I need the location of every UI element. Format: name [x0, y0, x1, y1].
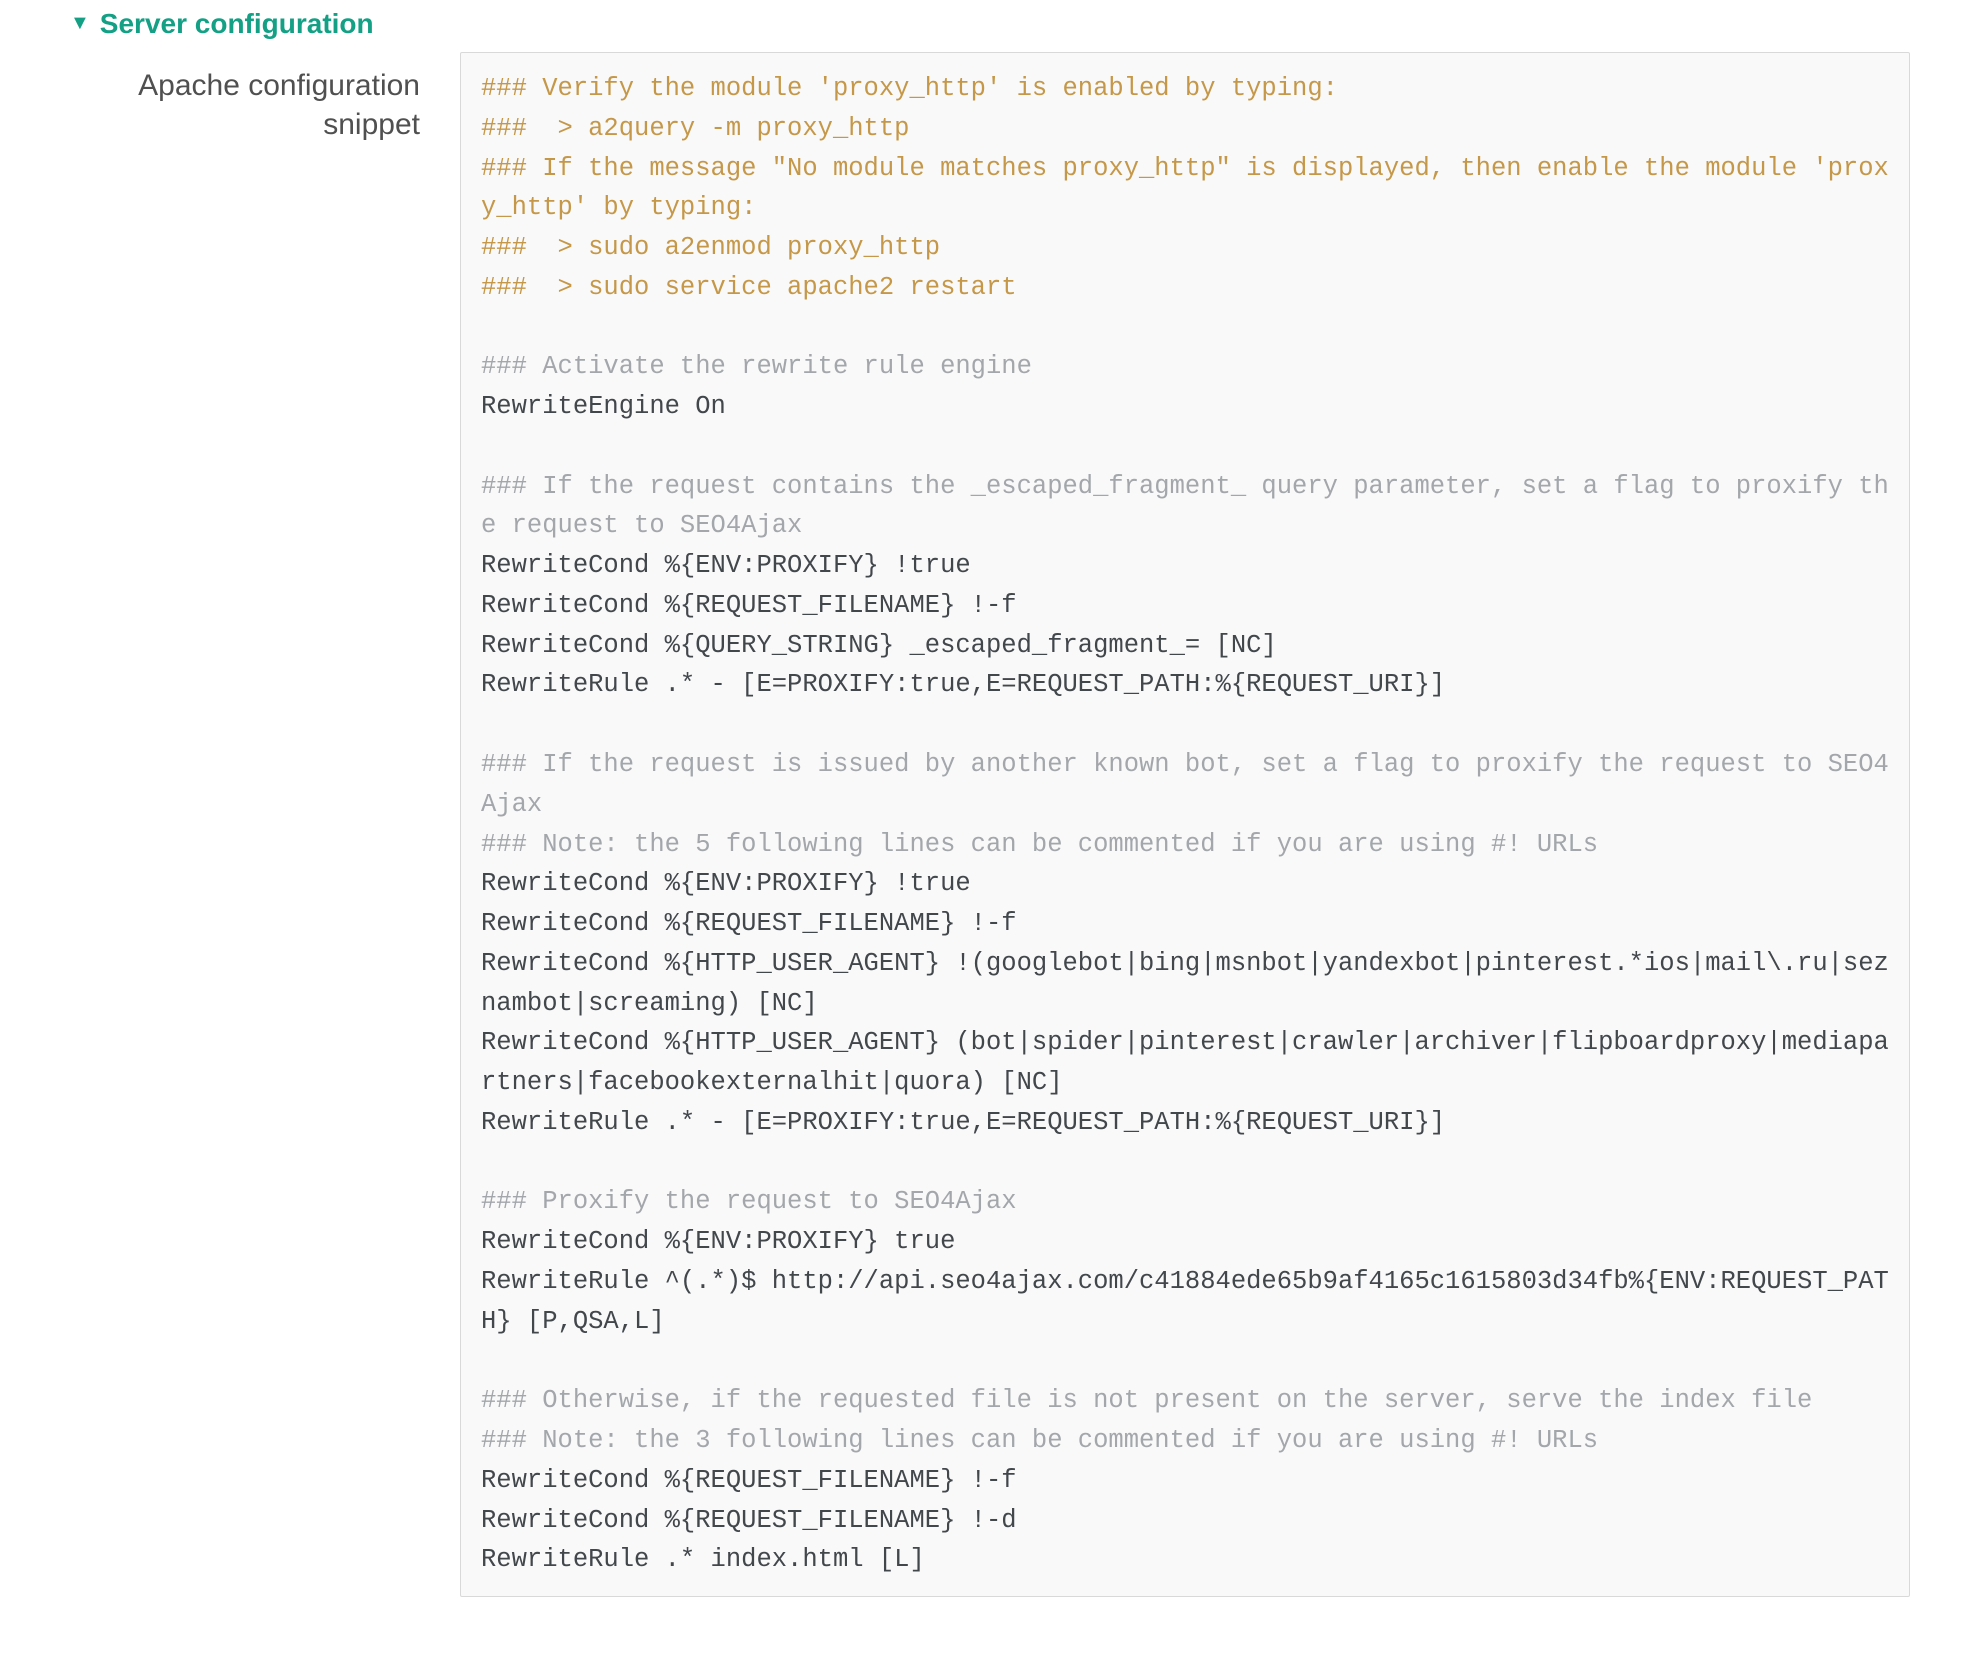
code-line: ### Proxify the request to SEO4Ajax	[481, 1187, 1017, 1216]
code-line: RewriteCond %{REQUEST_FILENAME} !-f	[481, 1466, 1017, 1495]
code-line: ### If the request is issued by another …	[481, 750, 1889, 819]
section-toggle-server-configuration[interactable]: ▼ Server configuration	[60, 0, 1910, 52]
code-line: ### If the request contains the _escaped…	[481, 472, 1889, 541]
code-line: RewriteRule .* - [E=PROXIFY:true,E=REQUE…	[481, 1108, 1445, 1137]
code-line: ### Activate the rewrite rule engine	[481, 352, 1032, 381]
chevron-down-icon: ▼	[70, 13, 90, 33]
code-line: ### Otherwise, if the requested file is …	[481, 1386, 1812, 1415]
code-line: ### > a2query -m proxy_http	[481, 114, 909, 143]
code-line: ### Note: the 5 following lines can be c…	[481, 830, 1598, 859]
code-line: RewriteEngine On	[481, 392, 726, 421]
field-label-apache-configuration-snippet: Apache configuration snippet	[60, 52, 420, 144]
code-column: ### Verify the module 'proxy_http' is en…	[460, 52, 1910, 1597]
code-line: RewriteCond %{REQUEST_FILENAME} !-f	[481, 909, 1017, 938]
code-line: RewriteCond %{HTTP_USER_AGENT} !(googleb…	[481, 949, 1889, 1018]
code-line: ### > sudo service apache2 restart	[481, 273, 1017, 302]
code-line: ### Note: the 3 following lines can be c…	[481, 1426, 1598, 1455]
section-title-label: Server configuration	[100, 8, 374, 40]
code-line: ### If the message "No module matches pr…	[481, 154, 1889, 223]
code-line: RewriteCond %{REQUEST_FILENAME} !-f	[481, 591, 1017, 620]
code-line: RewriteCond %{QUERY_STRING} _escaped_fra…	[481, 631, 1277, 660]
apache-config-snippet-code[interactable]: ### Verify the module 'proxy_http' is en…	[460, 52, 1910, 1597]
code-line: RewriteRule ^(.*)$ http://api.seo4ajax.c…	[481, 1267, 1889, 1336]
code-line: RewriteCond %{ENV:PROXIFY} !true	[481, 551, 971, 580]
code-line: RewriteCond %{ENV:PROXIFY} !true	[481, 869, 971, 898]
config-snippet-row: Apache configuration snippet ### Verify …	[60, 52, 1910, 1597]
code-line: RewriteCond %{HTTP_USER_AGENT} (bot|spid…	[481, 1028, 1889, 1097]
code-line: ### > sudo a2enmod proxy_http	[481, 233, 940, 262]
code-line: RewriteRule .* index.html [L]	[481, 1545, 925, 1574]
code-line: RewriteCond %{ENV:PROXIFY} true	[481, 1227, 955, 1256]
code-line: RewriteRule .* - [E=PROXIFY:true,E=REQUE…	[481, 670, 1445, 699]
code-line: ### Verify the module 'proxy_http' is en…	[481, 74, 1338, 103]
code-line: RewriteCond %{REQUEST_FILENAME} !-d	[481, 1506, 1017, 1535]
